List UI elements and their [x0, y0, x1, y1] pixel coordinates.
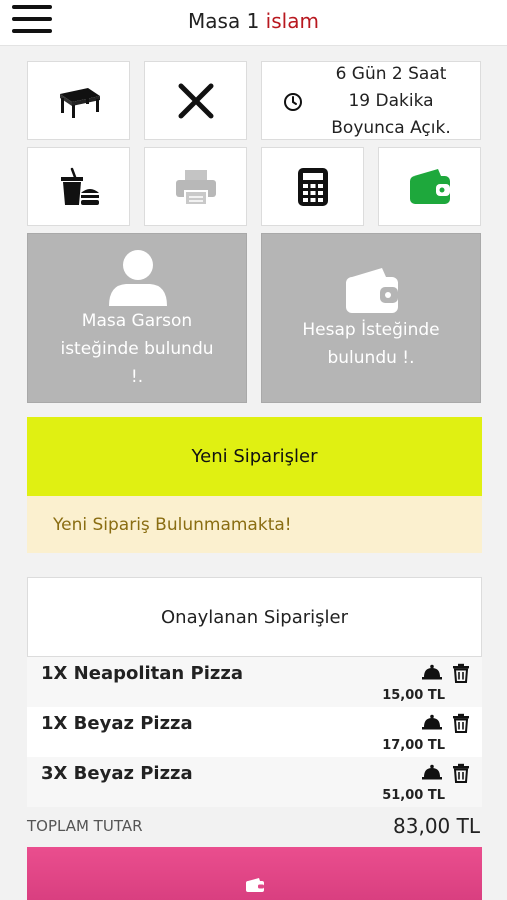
- table-name: Masa 1: [188, 9, 260, 33]
- new-orders-header: Yeni Siparişler: [27, 417, 482, 496]
- open-duration-line: 19 Dakika: [348, 91, 434, 111]
- total-label: TOPLAM TUTAR: [27, 817, 143, 835]
- open-duration-line: Boyunca Açık.: [331, 118, 451, 138]
- table-icon: [59, 87, 100, 118]
- print-button[interactable]: [144, 147, 247, 226]
- user-name: islam: [265, 9, 319, 33]
- order-row: 3X Beyaz Pizza 51,00 TL: [27, 757, 482, 807]
- waiter-request-text: !.: [130, 367, 144, 387]
- payment-button[interactable]: [378, 147, 481, 226]
- wallet-icon: [346, 268, 398, 313]
- bill-request-text: Hesap İsteğinde: [302, 320, 440, 340]
- open-duration-box: 6 Gün 2 Saat 19 Dakika Boyunca Açık.: [261, 61, 481, 140]
- table-button[interactable]: [27, 61, 130, 140]
- total-value: 83,00 TL: [393, 814, 480, 838]
- close-icon: [178, 83, 213, 118]
- waiter-request-text: Masa Garson: [81, 311, 193, 331]
- waiter-request-card[interactable]: Masa Garson isteğinde bulundu !.: [27, 233, 247, 403]
- waiter-request-text: isteğinde bulundu: [60, 339, 214, 359]
- open-duration-text: 6 Gün 2 Saat 19 Dakika Boyunca Açık.: [308, 61, 474, 142]
- serving-bell-icon[interactable]: [422, 714, 442, 730]
- user-icon: [109, 250, 167, 306]
- pay-button[interactable]: [27, 847, 482, 900]
- trash-icon[interactable]: [452, 713, 470, 733]
- calculator-button[interactable]: [261, 147, 364, 226]
- calculator-icon: [297, 167, 328, 206]
- open-duration-line: 6 Gün 2 Saat: [335, 64, 447, 84]
- clock-icon: [284, 93, 302, 111]
- bill-request-text: bulundu !.: [327, 348, 415, 368]
- food-order-icon: [60, 167, 99, 205]
- trash-icon[interactable]: [452, 663, 470, 683]
- wallet-icon: [409, 168, 450, 204]
- order-item-price: 51,00 TL: [382, 788, 445, 803]
- approved-orders-header: Onaylanan Siparişler: [27, 577, 482, 657]
- serving-bell-icon[interactable]: [422, 764, 442, 780]
- serving-bell-icon[interactable]: [422, 664, 442, 680]
- order-item-price: 15,00 TL: [382, 688, 445, 703]
- order-item-price: 17,00 TL: [382, 738, 445, 753]
- food-order-button[interactable]: [27, 147, 130, 226]
- close-table-button[interactable]: [144, 61, 247, 140]
- order-item-name: 1X Beyaz Pizza: [41, 713, 193, 734]
- page-title: Masa 1 islam: [0, 9, 507, 33]
- printer-icon: [175, 169, 216, 206]
- order-row: 1X Beyaz Pizza 17,00 TL: [27, 707, 482, 757]
- new-orders-empty-message: Yeni Sipariş Bulunmamakta!: [27, 496, 482, 553]
- order-item-name: 3X Beyaz Pizza: [41, 763, 193, 784]
- top-bar: Masa 1 islam: [0, 0, 507, 46]
- order-row: 1X Neapolitan Pizza 15,00 TL: [27, 657, 482, 707]
- wallet-icon: [245, 878, 264, 892]
- bill-request-card[interactable]: Hesap İsteğinde bulundu !.: [261, 233, 481, 403]
- trash-icon[interactable]: [452, 763, 470, 783]
- order-item-name: 1X Neapolitan Pizza: [41, 663, 243, 684]
